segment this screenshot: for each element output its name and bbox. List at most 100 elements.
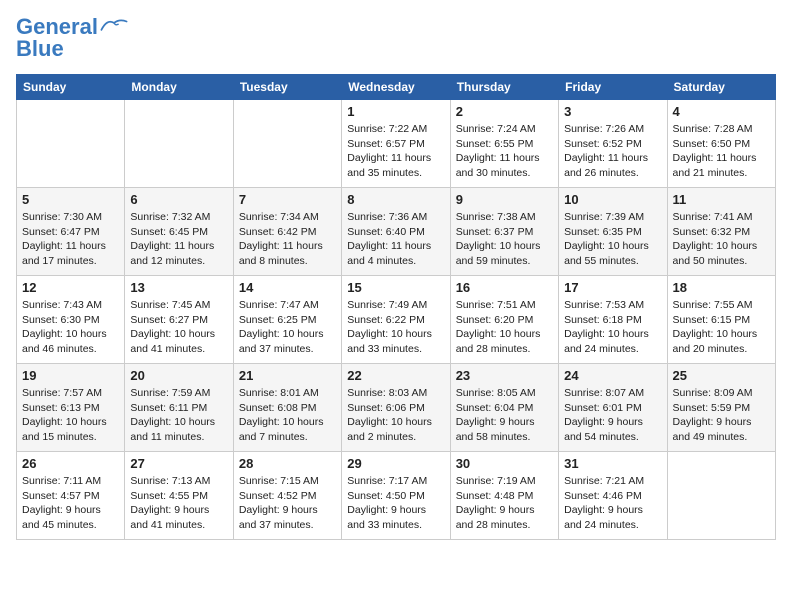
day-number: 12: [22, 280, 119, 295]
day-info: Sunrise: 7:43 AM Sunset: 6:30 PM Dayligh…: [22, 298, 119, 357]
day-number: 30: [456, 456, 553, 471]
calendar-header-row: SundayMondayTuesdayWednesdayThursdayFrid…: [17, 75, 776, 100]
day-info: Sunrise: 8:07 AM Sunset: 6:01 PM Dayligh…: [564, 386, 661, 445]
day-cell: [125, 100, 233, 188]
day-number: 20: [130, 368, 227, 383]
day-cell: 5Sunrise: 7:30 AM Sunset: 6:47 PM Daylig…: [17, 188, 125, 276]
day-cell: 24 Sunrise: 8:07 AM Sunset: 6:01 PM Dayli…: [559, 364, 667, 452]
day-info: Sunrise: 7:11 AM Sunset: 4:57 PM Dayligh…: [22, 474, 119, 533]
day-header-wednesday: Wednesday: [342, 75, 450, 100]
day-number: 18: [673, 280, 770, 295]
day-cell: 19Sunrise: 7:57 AM Sunset: 6:13 PM Dayli…: [17, 364, 125, 452]
day-info: Sunrise: 7:34 AM Sunset: 6:42 PM Dayligh…: [239, 210, 336, 269]
day-info: Sunrise: 7:49 AM Sunset: 6:22 PM Dayligh…: [347, 298, 444, 357]
day-number: 6: [130, 192, 227, 207]
day-number: 4: [673, 104, 770, 119]
logo-blue: Blue: [16, 36, 64, 61]
week-row-3: 12 Sunrise: 7:43 AM Sunset: 6:30 PM Dayli…: [17, 276, 776, 364]
day-info: Sunrise: 7:39 AM Sunset: 6:35 PM Dayligh…: [564, 210, 661, 269]
day-cell: 6 Sunrise: 7:32 AM Sunset: 6:45 PM Daylig…: [125, 188, 233, 276]
day-number: 13: [130, 280, 227, 295]
day-info: Sunrise: 7:15 AM Sunset: 4:52 PM Dayligh…: [239, 474, 336, 533]
day-number: 24: [564, 368, 661, 383]
day-info: Sunrise: 7:21 AM Sunset: 4:46 PM Dayligh…: [564, 474, 661, 533]
logo: General Blue: [16, 16, 128, 62]
day-cell: 13 Sunrise: 7:45 AM Sunset: 6:27 PM Dayli…: [125, 276, 233, 364]
day-number: 2: [456, 104, 553, 119]
day-number: 8: [347, 192, 444, 207]
day-number: 1: [347, 104, 444, 119]
day-info: Sunrise: 7:47 AM Sunset: 6:25 PM Dayligh…: [239, 298, 336, 357]
bird-icon: [100, 17, 128, 33]
calendar-table: SundayMondayTuesdayWednesdayThursdayFrid…: [16, 74, 776, 540]
day-number: 23: [456, 368, 553, 383]
day-info: Sunrise: 7:22 AM Sunset: 6:57 PM Dayligh…: [347, 122, 444, 181]
day-number: 29: [347, 456, 444, 471]
day-cell: 17 Sunrise: 7:53 AM Sunset: 6:18 PM Dayli…: [559, 276, 667, 364]
day-number: 22: [347, 368, 444, 383]
day-number: 16: [456, 280, 553, 295]
day-cell: 27 Sunrise: 7:13 AM Sunset: 4:55 PM Dayli…: [125, 452, 233, 540]
day-cell: [17, 100, 125, 188]
day-cell: 3Sunrise: 7:26 AM Sunset: 6:52 PM Daylig…: [559, 100, 667, 188]
day-number: 15: [347, 280, 444, 295]
day-cell: 15 Sunrise: 7:49 AM Sunset: 6:22 PM Dayli…: [342, 276, 450, 364]
day-cell: 8 Sunrise: 7:36 AM Sunset: 6:40 PM Daylig…: [342, 188, 450, 276]
day-cell: 29Sunrise: 7:17 AM Sunset: 4:50 PM Dayli…: [342, 452, 450, 540]
day-info: Sunrise: 7:13 AM Sunset: 4:55 PM Dayligh…: [130, 474, 227, 533]
day-cell: 2 Sunrise: 7:24 AM Sunset: 6:55 PM Daylig…: [450, 100, 558, 188]
logo-text: General: [16, 16, 98, 38]
day-cell: 28Sunrise: 7:15 AM Sunset: 4:52 PM Dayli…: [233, 452, 341, 540]
day-info: Sunrise: 7:45 AM Sunset: 6:27 PM Dayligh…: [130, 298, 227, 357]
day-cell: 20 Sunrise: 7:59 AM Sunset: 6:11 PM Dayli…: [125, 364, 233, 452]
day-cell: 16Sunrise: 7:51 AM Sunset: 6:20 PM Dayli…: [450, 276, 558, 364]
week-row-5: 26 Sunrise: 7:11 AM Sunset: 4:57 PM Dayli…: [17, 452, 776, 540]
page-header: General Blue: [16, 16, 776, 62]
day-cell: 30 Sunrise: 7:19 AM Sunset: 4:48 PM Dayli…: [450, 452, 558, 540]
day-cell: 18 Sunrise: 7:55 AM Sunset: 6:15 PM Dayli…: [667, 276, 775, 364]
day-info: Sunrise: 7:24 AM Sunset: 6:55 PM Dayligh…: [456, 122, 553, 181]
day-cell: 26 Sunrise: 7:11 AM Sunset: 4:57 PM Dayli…: [17, 452, 125, 540]
day-cell: 10 Sunrise: 7:39 AM Sunset: 6:35 PM Dayli…: [559, 188, 667, 276]
day-cell: 31 Sunrise: 7:21 AM Sunset: 4:46 PM Dayli…: [559, 452, 667, 540]
day-number: 14: [239, 280, 336, 295]
day-cell: 21 Sunrise: 8:01 AM Sunset: 6:08 PM Dayli…: [233, 364, 341, 452]
day-cell: 22 Sunrise: 8:03 AM Sunset: 6:06 PM Dayli…: [342, 364, 450, 452]
day-info: Sunrise: 7:32 AM Sunset: 6:45 PM Dayligh…: [130, 210, 227, 269]
day-cell: [667, 452, 775, 540]
day-info: Sunrise: 7:53 AM Sunset: 6:18 PM Dayligh…: [564, 298, 661, 357]
day-info: Sunrise: 7:41 AM Sunset: 6:32 PM Dayligh…: [673, 210, 770, 269]
day-info: Sunrise: 7:55 AM Sunset: 6:15 PM Dayligh…: [673, 298, 770, 357]
day-cell: [233, 100, 341, 188]
day-cell: 9Sunrise: 7:38 AM Sunset: 6:37 PM Daylig…: [450, 188, 558, 276]
day-number: 7: [239, 192, 336, 207]
day-header-tuesday: Tuesday: [233, 75, 341, 100]
day-number: 31: [564, 456, 661, 471]
day-cell: 1 Sunrise: 7:22 AM Sunset: 6:57 PM Daylig…: [342, 100, 450, 188]
day-header-friday: Friday: [559, 75, 667, 100]
day-info: Sunrise: 7:28 AM Sunset: 6:50 PM Dayligh…: [673, 122, 770, 181]
day-info: Sunrise: 8:01 AM Sunset: 6:08 PM Dayligh…: [239, 386, 336, 445]
day-cell: 4 Sunrise: 7:28 AM Sunset: 6:50 PM Daylig…: [667, 100, 775, 188]
day-info: Sunrise: 7:30 AM Sunset: 6:47 PM Dayligh…: [22, 210, 119, 269]
day-info: Sunrise: 8:03 AM Sunset: 6:06 PM Dayligh…: [347, 386, 444, 445]
day-cell: 23Sunrise: 8:05 AM Sunset: 6:04 PM Dayli…: [450, 364, 558, 452]
week-row-1: 1 Sunrise: 7:22 AM Sunset: 6:57 PM Daylig…: [17, 100, 776, 188]
day-number: 27: [130, 456, 227, 471]
day-number: 25: [673, 368, 770, 383]
day-number: 17: [564, 280, 661, 295]
day-number: 21: [239, 368, 336, 383]
day-number: 11: [673, 192, 770, 207]
day-info: Sunrise: 7:36 AM Sunset: 6:40 PM Dayligh…: [347, 210, 444, 269]
day-number: 26: [22, 456, 119, 471]
day-cell: 12 Sunrise: 7:43 AM Sunset: 6:30 PM Dayli…: [17, 276, 125, 364]
day-number: 10: [564, 192, 661, 207]
day-info: Sunrise: 7:26 AM Sunset: 6:52 PM Dayligh…: [564, 122, 661, 181]
day-info: Sunrise: 7:59 AM Sunset: 6:11 PM Dayligh…: [130, 386, 227, 445]
day-cell: 7 Sunrise: 7:34 AM Sunset: 6:42 PM Daylig…: [233, 188, 341, 276]
day-cell: 11 Sunrise: 7:41 AM Sunset: 6:32 PM Dayli…: [667, 188, 775, 276]
day-info: Sunrise: 7:38 AM Sunset: 6:37 PM Dayligh…: [456, 210, 553, 269]
day-header-saturday: Saturday: [667, 75, 775, 100]
day-info: Sunrise: 7:57 AM Sunset: 6:13 PM Dayligh…: [22, 386, 119, 445]
day-info: Sunrise: 7:19 AM Sunset: 4:48 PM Dayligh…: [456, 474, 553, 533]
